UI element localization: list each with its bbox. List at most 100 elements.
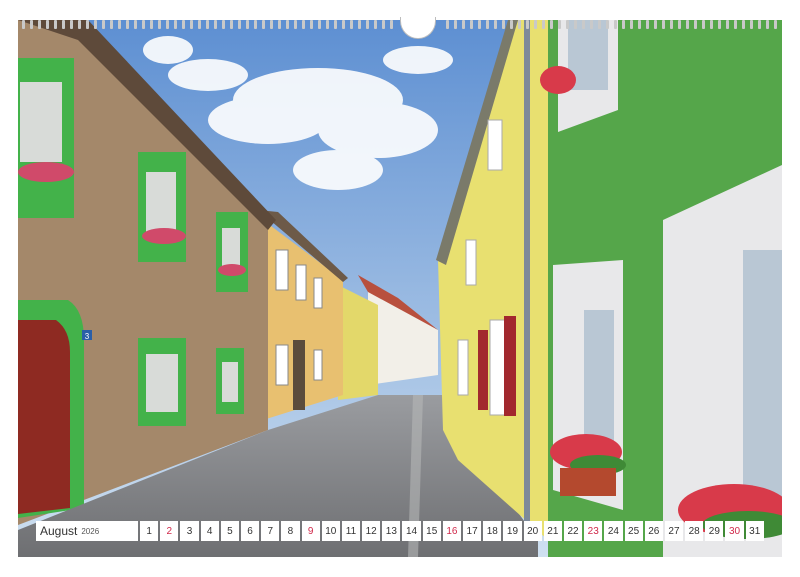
binding-ring (22, 20, 25, 29)
red-door (18, 320, 70, 514)
binding-ring (110, 20, 113, 29)
day-cell: 6 (240, 521, 260, 541)
spiral-binding (18, 14, 782, 39)
day-cell: 26 (644, 521, 663, 541)
binding-ring (654, 20, 657, 29)
calendar-photo: 3 (18, 20, 782, 557)
binding-ring (222, 20, 225, 29)
binding-ring (286, 20, 289, 29)
day-cell: 28 (685, 521, 704, 541)
binding-ring (334, 20, 337, 29)
binding-ring (262, 20, 265, 29)
far-house-yellow (338, 285, 378, 400)
binding-ring (190, 20, 193, 29)
binding-ring (158, 20, 161, 29)
day-cell: 30 (725, 521, 744, 541)
street-scene: 3 (18, 20, 782, 557)
binding-ring (302, 20, 305, 29)
binding-ring (646, 20, 649, 29)
day-cell: 29 (705, 521, 724, 541)
binding-ring (134, 20, 137, 29)
binding-ring (710, 20, 713, 29)
binding-ring (118, 20, 121, 29)
day-cell: 22 (563, 521, 583, 541)
day-cell: 17 (463, 521, 482, 541)
binding-ring (510, 20, 513, 29)
day-cell: 5 (220, 521, 239, 541)
day-cell: 1 (140, 521, 159, 541)
binding-ring (150, 20, 153, 29)
day-cell: 2 (160, 521, 179, 541)
binding-ring (246, 20, 249, 29)
day-cell: 27 (664, 521, 684, 541)
binding-ring (686, 20, 689, 29)
day-cell: 31 (745, 521, 764, 541)
day-cell: 14 (402, 521, 421, 541)
binding-ring (518, 20, 521, 29)
binding-ring (198, 20, 201, 29)
binding-ring (46, 20, 49, 29)
binding-ring (238, 20, 241, 29)
day-cell: 13 (382, 521, 401, 541)
day-cell: 15 (422, 521, 441, 541)
drainpipe (524, 20, 530, 540)
binding-ring (758, 20, 761, 29)
binding-ring (142, 20, 145, 29)
day-cell: 4 (200, 521, 219, 541)
house-number: 3 (85, 332, 90, 341)
binding-ring (566, 20, 569, 29)
binding-ring (294, 20, 297, 29)
day-cell: 20 (523, 521, 542, 541)
binding-ring (78, 20, 81, 29)
binding-ring (462, 20, 465, 29)
day-cell: 21 (543, 521, 562, 541)
month-label: August 2026 (36, 521, 138, 541)
binding-ring (694, 20, 697, 29)
binding-ring (230, 20, 233, 29)
binding-ring (310, 20, 313, 29)
binding-ring (662, 20, 665, 29)
binding-ring (606, 20, 609, 29)
binding-ring (670, 20, 673, 29)
binding-ring (166, 20, 169, 29)
binding-ring (54, 20, 57, 29)
binding-ring (582, 20, 585, 29)
day-cell: 24 (604, 521, 623, 541)
day-cell: 16 (442, 521, 461, 541)
binding-ring (126, 20, 129, 29)
binding-ring (718, 20, 721, 29)
binding-ring (550, 20, 553, 29)
binding-ring (774, 20, 777, 29)
binding-ring (182, 20, 185, 29)
binding-ring (678, 20, 681, 29)
binding-ring (102, 20, 105, 29)
binding-ring (38, 20, 41, 29)
binding-ring (558, 20, 561, 29)
binding-ring (358, 20, 361, 29)
month-year: 2026 (81, 526, 100, 536)
binding-ring (30, 20, 33, 29)
binding-ring (542, 20, 545, 29)
binding-ring (502, 20, 505, 29)
day-cell: 12 (362, 521, 381, 541)
binding-ring (478, 20, 481, 29)
binding-ring (214, 20, 217, 29)
binding-ring (374, 20, 377, 29)
orange-house-door (293, 340, 305, 410)
binding-ring (206, 20, 209, 29)
binding-ring (278, 20, 281, 29)
day-cell: 7 (261, 521, 280, 541)
day-cell: 11 (341, 521, 361, 541)
binding-ring (350, 20, 353, 29)
binding-ring (614, 20, 617, 29)
binding-ring (630, 20, 633, 29)
binding-ring (494, 20, 497, 29)
binding-ring (86, 20, 89, 29)
binding-ring (590, 20, 593, 29)
binding-ring (326, 20, 329, 29)
day-cell: 10 (321, 521, 340, 541)
day-cells: 1 2 3 4 5 6 7 8 9 10 11 12 13 14 15 16 17 18 19 20 21 22 23 24 2… (140, 521, 764, 541)
binding-ring (174, 20, 177, 29)
binding-ring (638, 20, 641, 29)
binding-ring (702, 20, 705, 29)
